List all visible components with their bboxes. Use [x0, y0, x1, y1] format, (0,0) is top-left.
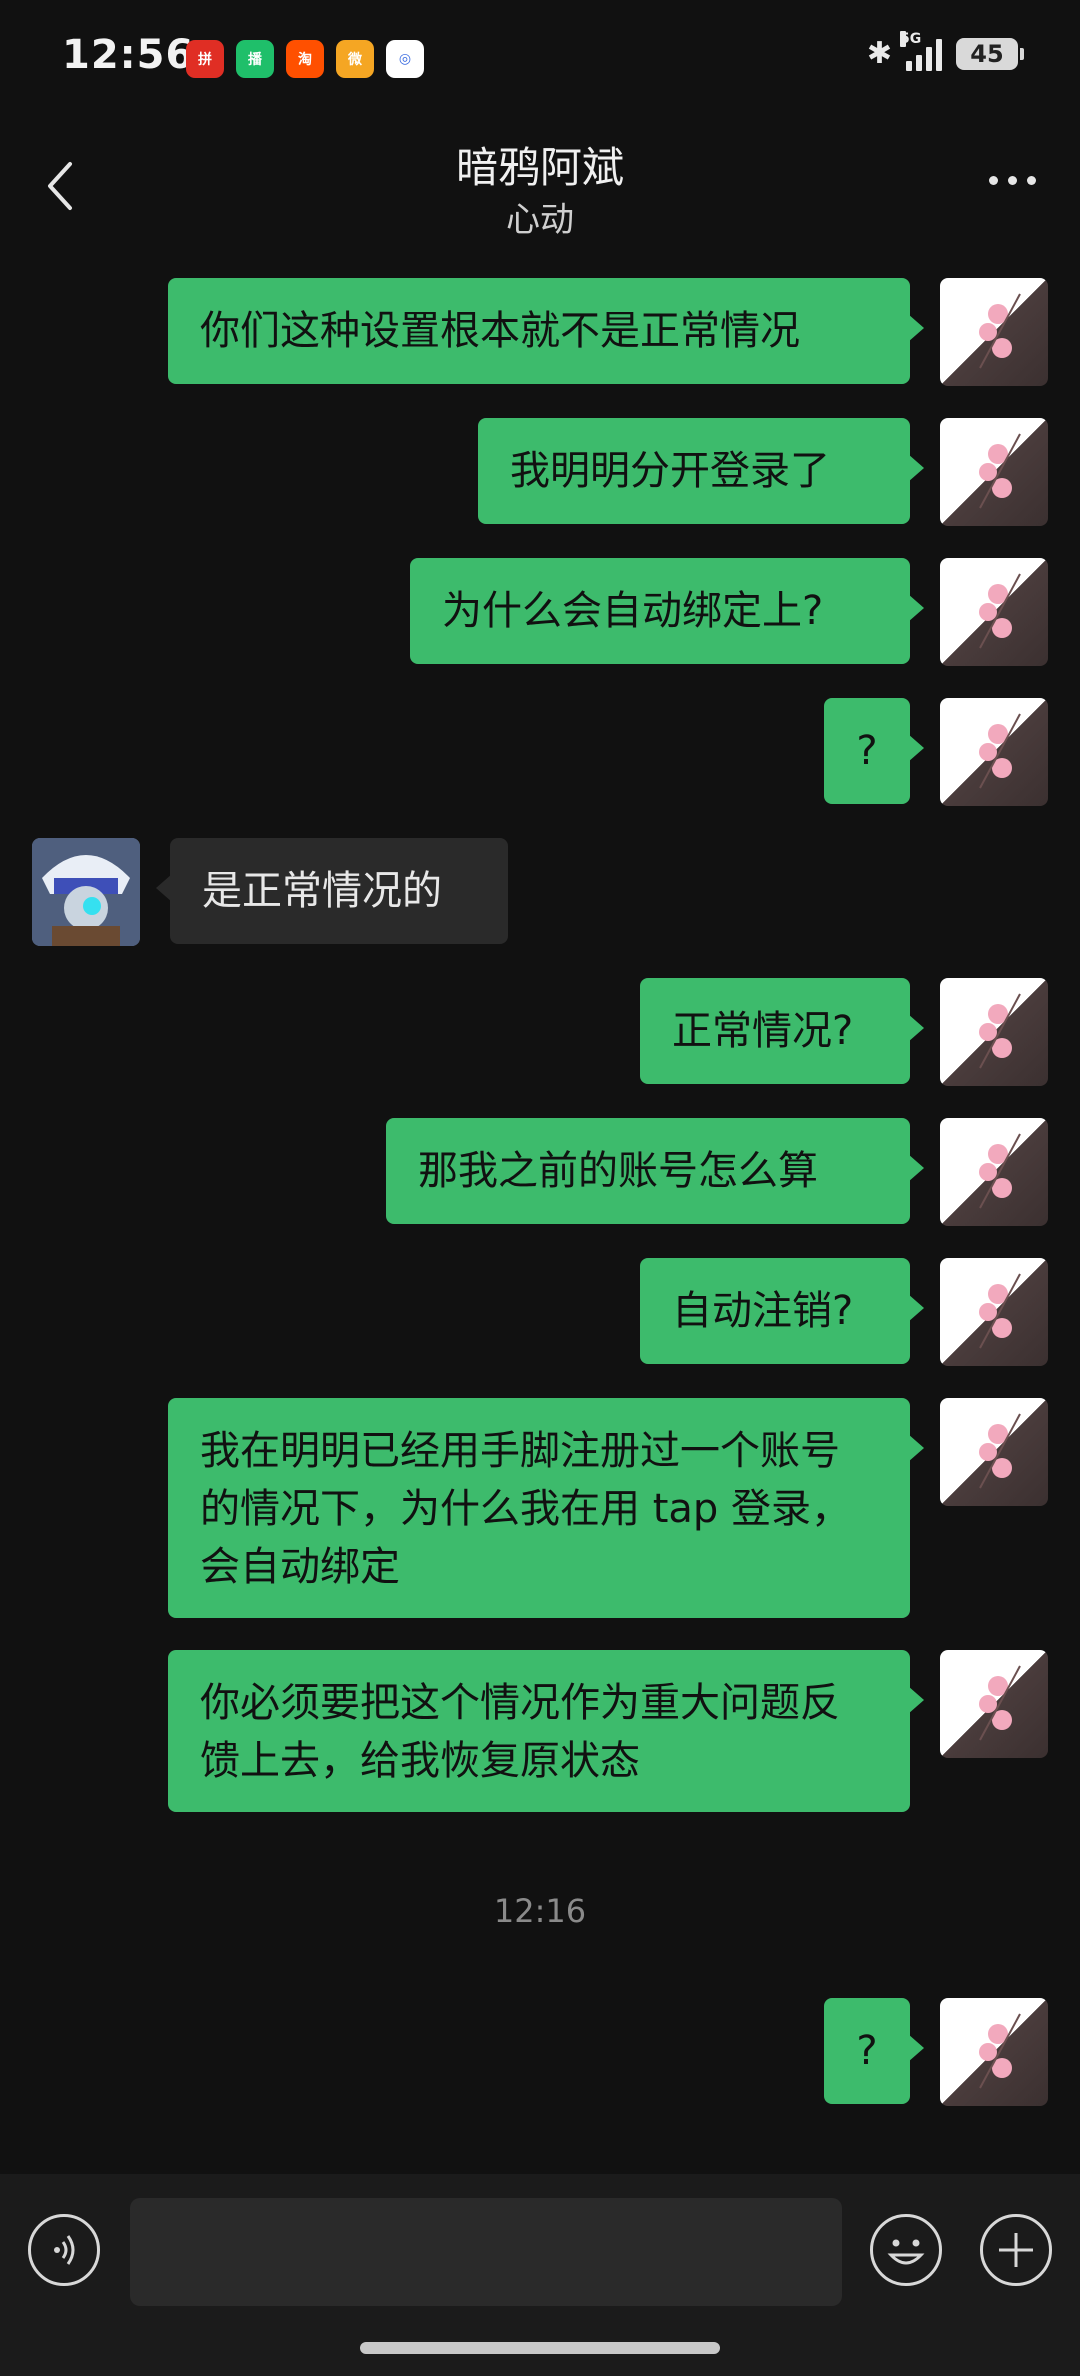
outgoing-message[interactable]: 正常情况? — [640, 978, 924, 1084]
weibo-icon: 微 — [336, 40, 374, 78]
notification-icons: 拼 播 淘 微 ◎ — [186, 40, 424, 78]
incoming-message[interactable]: 是正常情况的 — [156, 838, 508, 944]
message-input[interactable] — [130, 2198, 842, 2306]
outgoing-message[interactable]: 你必须要把这个情况作为重大问题反馈上去，给我恢复原状态 — [168, 1650, 924, 1812]
flower-avatar-image — [979, 2013, 1021, 2089]
flower-avatar-image — [979, 993, 1021, 1069]
flower-avatar-image — [979, 573, 1021, 649]
smiley-icon — [887, 2239, 925, 2265]
signal-icon: 5G — [900, 30, 942, 71]
voice-input-button[interactable] — [28, 2214, 100, 2286]
outgoing-message[interactable]: ? — [824, 1998, 924, 2104]
outgoing-message[interactable]: 自动注销? — [640, 1258, 924, 1364]
message-timestamp: 12:16 — [493, 1892, 587, 1930]
network-type-label: 5G — [900, 30, 922, 47]
plus-icon — [999, 2233, 1033, 2267]
status-bar: 12:56 拼 播 淘 微 ◎ ✱ 5G 45 — [0, 0, 1080, 120]
my-avatar[interactable] — [940, 1650, 1048, 1758]
my-avatar[interactable] — [940, 1118, 1048, 1226]
flower-avatar-image — [979, 293, 1021, 369]
flower-avatar-image — [979, 433, 1021, 509]
my-avatar[interactable] — [940, 278, 1048, 386]
flower-avatar-image — [979, 1133, 1021, 1209]
dot-icon — [1008, 176, 1017, 185]
battery-icon: 45 — [956, 37, 1024, 70]
bocai-icon: 播 — [236, 40, 274, 78]
outgoing-message[interactable]: 我明明分开登录了 — [478, 418, 924, 524]
outgoing-message[interactable]: 那我之前的账号怎么算 — [386, 1118, 924, 1224]
outgoing-message[interactable]: 我在明明已经用手脚注册过一个账号的情况下，为什么我在用 tap 登录，会自动绑定 — [168, 1398, 924, 1618]
my-avatar[interactable] — [940, 1398, 1048, 1506]
outgoing-message[interactable]: 你们这种设置根本就不是正常情况 — [168, 278, 924, 384]
flower-avatar-image — [979, 1413, 1021, 1489]
dot-icon — [1027, 176, 1036, 185]
game-character-avatar-image — [32, 838, 140, 946]
cloud-app-icon: ◎ — [386, 40, 424, 78]
voice-icon — [54, 2235, 75, 2265]
bluetooth-icon: ✱ — [866, 36, 892, 71]
flower-avatar-image — [979, 713, 1021, 789]
my-avatar[interactable] — [940, 1258, 1048, 1366]
my-avatar[interactable] — [940, 1998, 1048, 2106]
battery-level: 45 — [970, 39, 1004, 68]
home-indicator[interactable] — [360, 2342, 720, 2354]
system-indicators: ✱ 5G 45 — [866, 30, 1024, 71]
my-avatar[interactable] — [940, 698, 1048, 806]
flower-avatar-image — [979, 1665, 1021, 1741]
pinduoduo-icon: 拼 — [186, 40, 224, 78]
taobao-icon: 淘 — [286, 40, 324, 78]
emoji-button[interactable] — [870, 2214, 942, 2286]
chat-subtitle: 心动 — [506, 200, 574, 240]
chat-title: 暗鸦阿斌 — [455, 143, 624, 192]
status-time: 12:56 — [62, 32, 195, 78]
more-functions-button[interactable] — [980, 2214, 1052, 2286]
outgoing-message[interactable]: ? — [824, 698, 924, 804]
chat-header: 暗鸦阿斌 心动 — [0, 120, 1080, 260]
my-avatar[interactable] — [940, 978, 1048, 1086]
my-avatar[interactable] — [940, 558, 1048, 666]
contact-avatar[interactable] — [32, 838, 140, 946]
outgoing-message[interactable]: 为什么会自动绑定上? — [410, 558, 924, 664]
dot-icon — [989, 176, 998, 185]
flower-avatar-image — [979, 1273, 1021, 1349]
chat-screen: 12:56 拼 播 淘 微 ◎ ✱ 5G 45 暗鸦阿斌 心动 你们这种设置根本… — [0, 0, 1080, 2376]
my-avatar[interactable] — [940, 418, 1048, 526]
more-options-button[interactable] — [989, 176, 1036, 185]
